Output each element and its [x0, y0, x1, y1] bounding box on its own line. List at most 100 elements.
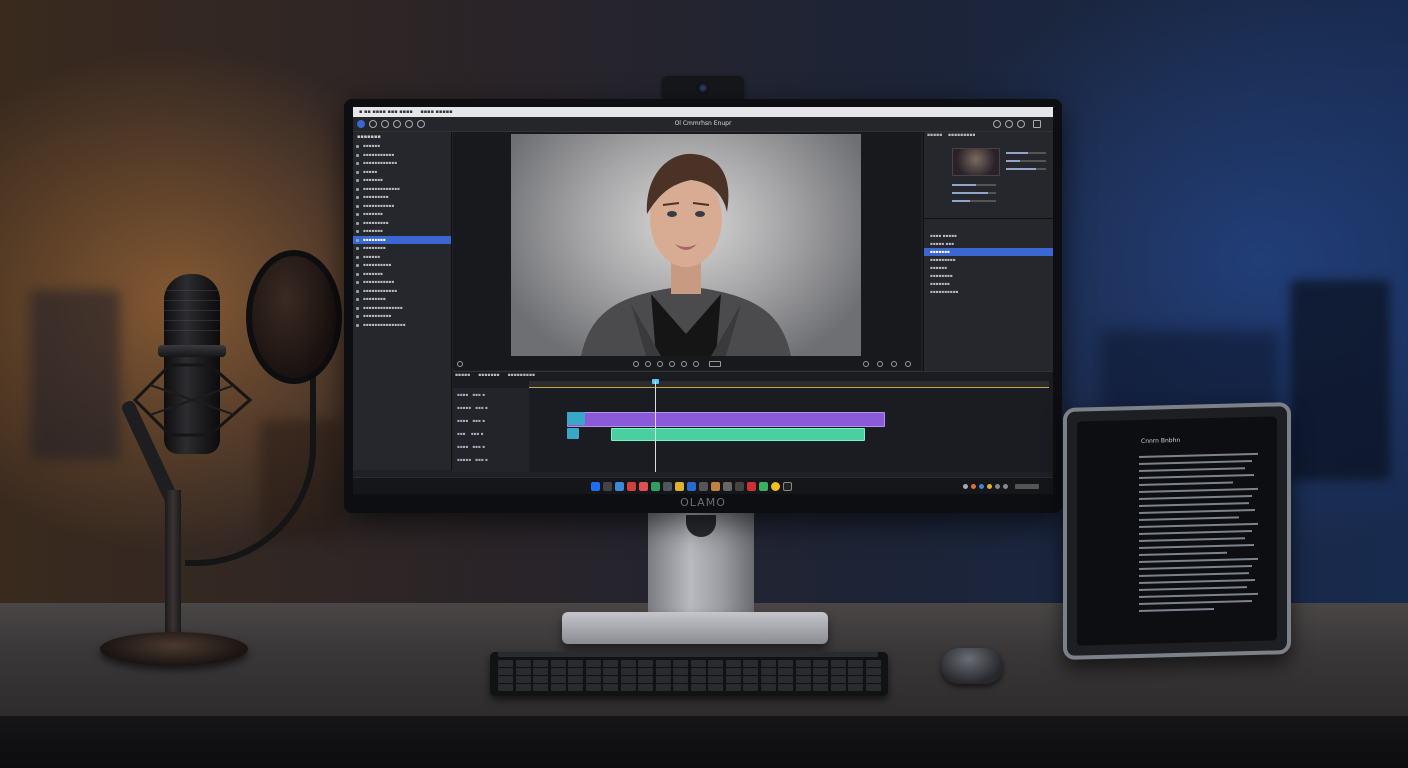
- list-item[interactable]: ▪▪▪▪▪▪▪▪▪: [924, 256, 1053, 264]
- tray-icon[interactable]: [963, 484, 968, 489]
- video-clip[interactable]: [567, 412, 585, 425]
- list-item[interactable]: ▪▪▪▪▪▪▪: [353, 210, 451, 219]
- list-item-selected[interactable]: ▪▪▪▪▪▪▪▪: [353, 235, 451, 244]
- dock-app-icon[interactable]: [603, 482, 612, 491]
- dock-app-icon[interactable]: [771, 482, 780, 491]
- list-item[interactable]: ▪▪▪▪▪ ▪▪▪: [924, 240, 1053, 248]
- property-slider[interactable]: [1006, 168, 1046, 170]
- toolbar-icon[interactable]: [1005, 120, 1013, 128]
- dock-app-icon[interactable]: [591, 482, 600, 491]
- list-item-selected[interactable]: ▪▪▪▪▪▪▪: [924, 248, 1053, 256]
- playback-button[interactable]: [645, 361, 651, 367]
- property-slider[interactable]: [952, 184, 996, 186]
- toolbar-icon[interactable]: [393, 120, 401, 128]
- list-item[interactable]: ▪▪▪▪▪▪▪▪▪▪▪▪▪▪: [353, 304, 451, 313]
- playback-button[interactable]: [709, 361, 721, 367]
- list-item[interactable]: ▪▪▪▪▪▪▪▪▪: [353, 219, 451, 228]
- list-item[interactable]: ▪▪▪▪▪▪: [924, 264, 1053, 272]
- toolbar-icon[interactable]: [381, 120, 389, 128]
- zoom-button[interactable]: [891, 361, 897, 367]
- track-header[interactable]: ▪▪▪ ▪▪▪ ▪: [453, 427, 529, 440]
- toolbar-icon[interactable]: [1017, 120, 1025, 128]
- tray-icon[interactable]: [1003, 484, 1008, 489]
- track-header[interactable]: ▪▪▪▪▪ ▪▪▪ ▪: [453, 453, 529, 466]
- dock-app-icon[interactable]: [687, 482, 696, 491]
- list-item[interactable]: ▪▪▪▪▪▪: [353, 142, 451, 151]
- list-item[interactable]: ▪▪▪▪▪▪▪▪▪▪▪: [353, 202, 451, 211]
- timeline-ruler[interactable]: [529, 381, 1049, 388]
- list-item[interactable]: ▪▪▪▪▪▪▪: [353, 176, 451, 185]
- track-header[interactable]: ▪▪▪▪ ▪▪▪ ▪: [453, 414, 529, 427]
- list-item[interactable]: ▪▪▪▪ ▪▪▪▪▪: [924, 232, 1053, 240]
- list-item[interactable]: ▪▪▪▪▪▪▪▪▪▪▪▪: [353, 159, 451, 168]
- playback-button[interactable]: [681, 361, 687, 367]
- dock-app-icon[interactable]: [615, 482, 624, 491]
- list-item[interactable]: ▪▪▪▪▪▪▪▪▪▪▪▪▪▪▪: [353, 321, 451, 330]
- playback-button[interactable]: [633, 361, 639, 367]
- dock-app-icon[interactable]: [639, 482, 648, 491]
- toolbar-icon[interactable]: [405, 120, 413, 128]
- tablet-text-line: [1139, 572, 1249, 577]
- inspector-tabs[interactable]: ▪▪▪▪▪ ▪▪▪▪▪▪▪▪▪: [924, 132, 1053, 141]
- menu-item[interactable]: ▪▪▪▪ ▪▪▪▪▪: [420, 107, 452, 117]
- dock-app-icon[interactable]: [747, 482, 756, 491]
- list-item[interactable]: ▪▪▪▪▪▪▪▪▪▪: [353, 312, 451, 321]
- keyboard-key: [795, 668, 811, 675]
- tray-icon[interactable]: [987, 484, 992, 489]
- playback-button[interactable]: [669, 361, 675, 367]
- zoom-button[interactable]: [863, 361, 869, 367]
- toolbar-icon[interactable]: [993, 120, 1001, 128]
- video-clip[interactable]: [567, 412, 885, 427]
- audio-clip[interactable]: [567, 428, 579, 439]
- list-item[interactable]: ▪▪▪▪▪▪▪▪▪▪▪: [353, 151, 451, 160]
- list-item[interactable]: ▪▪▪▪▪: [353, 168, 451, 177]
- playhead[interactable]: [655, 381, 656, 472]
- tray-icon[interactable]: [995, 484, 1000, 489]
- timeline-tabs[interactable]: ▪▪▪▪▪ ▪▪▪▪▪▪▪ ▪▪▪▪▪▪▪▪▪: [453, 372, 1053, 380]
- list-item[interactable]: ▪▪▪▪▪▪▪▪▪: [353, 193, 451, 202]
- menu-item[interactable]: ▪ ▪▪ ▪▪▪▪ ▪▪▪ ▪▪▪▪: [359, 107, 413, 117]
- dock-app-icon[interactable]: [783, 482, 792, 491]
- tray-icon[interactable]: [971, 484, 976, 489]
- list-item[interactable]: ▪▪▪▪▪▪▪: [353, 227, 451, 236]
- list-item[interactable]: ▪▪▪▪▪▪▪▪: [353, 295, 451, 304]
- property-slider[interactable]: [1006, 160, 1046, 162]
- property-slider[interactable]: [952, 200, 996, 202]
- toolbar-icon[interactable]: [1033, 120, 1041, 128]
- list-item[interactable]: ▪▪▪▪▪▪▪▪: [353, 244, 451, 253]
- rewind-button[interactable]: [457, 361, 463, 367]
- list-item[interactable]: ▪▪▪▪▪▪▪: [924, 280, 1053, 288]
- dock-app-icon[interactable]: [627, 482, 636, 491]
- dock-app-icon[interactable]: [735, 482, 744, 491]
- property-slider[interactable]: [952, 192, 996, 194]
- play-button[interactable]: [657, 361, 663, 367]
- toolbar-icon[interactable]: [369, 120, 377, 128]
- dock-app-icon[interactable]: [651, 482, 660, 491]
- tray-icon[interactable]: [979, 484, 984, 489]
- tray-clock[interactable]: [1015, 484, 1039, 489]
- list-item[interactable]: ▪▪▪▪▪▪▪▪▪▪▪: [353, 278, 451, 287]
- list-item[interactable]: ▪▪▪▪▪▪▪▪▪▪: [924, 288, 1053, 296]
- list-item[interactable]: ▪▪▪▪▪▪▪: [353, 270, 451, 279]
- dock-app-icon[interactable]: [759, 482, 768, 491]
- zoom-button[interactable]: [905, 361, 911, 367]
- dock-app-icon[interactable]: [723, 482, 732, 491]
- toolbar-icon[interactable]: [417, 120, 425, 128]
- track-header[interactable]: ▪▪▪▪▪ ▪▪▪ ▪: [453, 401, 529, 414]
- dock-app-icon[interactable]: [675, 482, 684, 491]
- list-item[interactable]: ▪▪▪▪▪▪▪▪▪▪: [353, 261, 451, 270]
- dock-app-icon[interactable]: [663, 482, 672, 491]
- dock-app-icon[interactable]: [711, 482, 720, 491]
- list-item[interactable]: ▪▪▪▪▪▪▪▪▪▪▪▪: [353, 287, 451, 296]
- list-item[interactable]: ▪▪▪▪▪▪: [353, 253, 451, 262]
- audio-clip[interactable]: [611, 428, 865, 441]
- zoom-button[interactable]: [877, 361, 883, 367]
- track-header[interactable]: ▪▪▪▪ ▪▪▪ ▪: [453, 388, 529, 401]
- playback-button[interactable]: [693, 361, 699, 367]
- track-header[interactable]: ▪▪▪▪ ▪▪▪ ▪: [453, 440, 529, 453]
- list-item[interactable]: ▪▪▪▪▪▪▪▪▪▪▪▪▪: [353, 185, 451, 194]
- toolbar-icon[interactable]: [357, 120, 365, 128]
- list-item[interactable]: ▪▪▪▪▪▪▪▪: [924, 272, 1053, 280]
- dock-app-icon[interactable]: [699, 482, 708, 491]
- property-slider[interactable]: [1006, 152, 1046, 154]
